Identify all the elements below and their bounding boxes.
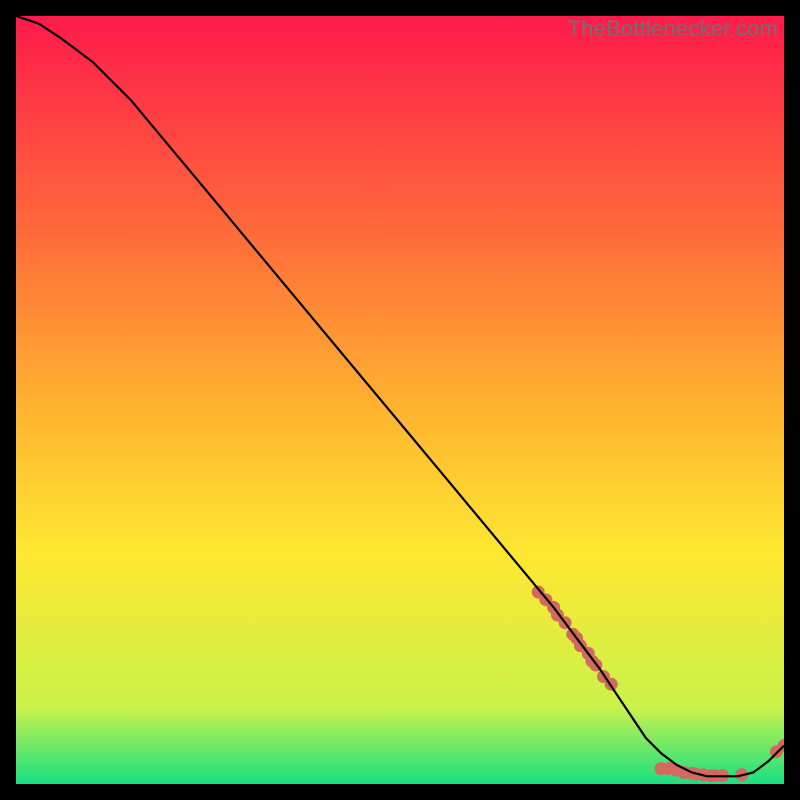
watermark-text: TheBottlenecker.com — [568, 16, 778, 42]
chart-frame: TheBottlenecker.com — [16, 16, 784, 784]
chart-svg — [16, 16, 784, 784]
gradient-background — [16, 16, 784, 784]
